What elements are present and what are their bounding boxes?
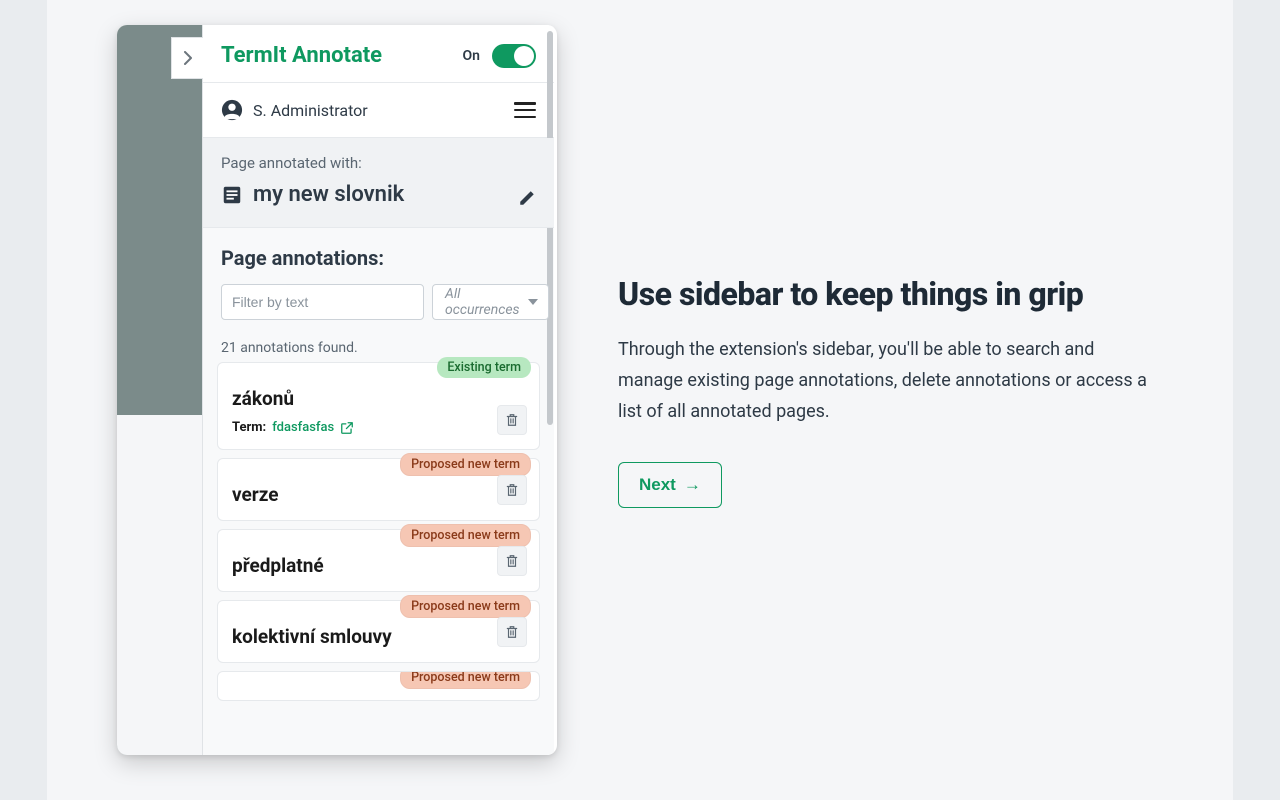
status-badge: Proposed new term bbox=[400, 524, 531, 547]
occurrence-select[interactable]: All occurrences bbox=[432, 284, 549, 320]
extension-screenshot: TermIt Annotate On S. Administrator Page… bbox=[117, 25, 557, 755]
status-badge: Existing term bbox=[437, 357, 531, 378]
section-body: Through the extension's sidebar, you'll … bbox=[618, 335, 1158, 428]
term-label: Term: bbox=[232, 420, 266, 435]
delete-button[interactable] bbox=[497, 405, 527, 435]
vocabulary-label: Page annotated with: bbox=[221, 154, 536, 172]
external-link-icon[interactable] bbox=[340, 421, 354, 435]
trash-icon bbox=[505, 553, 519, 569]
status-badge: Proposed new term bbox=[400, 671, 531, 689]
status-badge: Proposed new term bbox=[400, 595, 531, 618]
annotate-toggle[interactable] bbox=[492, 44, 536, 68]
page-behind-strip bbox=[117, 25, 202, 755]
section-heading: Use sidebar to keep things in grip bbox=[618, 275, 1158, 313]
annotation-title: kolektivní smlouvy bbox=[232, 625, 525, 648]
annotation-card[interactable]: Existing term zákonů Term: fdasfasfas bbox=[217, 362, 540, 450]
delete-button[interactable] bbox=[497, 617, 527, 647]
collapse-toggle[interactable] bbox=[171, 37, 203, 79]
next-button[interactable]: Next → bbox=[618, 462, 722, 508]
vocabulary-name: my new slovnik bbox=[253, 182, 404, 207]
arrow-right-icon: → bbox=[684, 475, 701, 495]
annotation-card[interactable]: Proposed new term bbox=[217, 671, 540, 701]
delete-button[interactable] bbox=[497, 475, 527, 505]
delete-button[interactable] bbox=[497, 546, 527, 576]
annotation-card[interactable]: Proposed new term verze bbox=[217, 458, 540, 521]
occurrence-select-value: All occurrences bbox=[445, 286, 520, 318]
book-icon bbox=[221, 184, 243, 206]
annotation-title: zákonů bbox=[232, 387, 525, 410]
next-button-label: Next bbox=[639, 475, 676, 495]
user-name: S. Administrator bbox=[253, 101, 368, 120]
filter-text-input[interactable] bbox=[221, 284, 424, 320]
trash-icon bbox=[505, 482, 519, 498]
annotation-term-row: Term: fdasfasfas bbox=[232, 420, 525, 435]
menu-button[interactable] bbox=[514, 102, 536, 118]
annotation-list: Existing term zákonů Term: fdasfasfas Pr… bbox=[203, 362, 554, 701]
annotation-card[interactable]: Proposed new term kolektivní smlouvy bbox=[217, 600, 540, 663]
edit-icon[interactable] bbox=[518, 189, 536, 207]
trash-icon bbox=[505, 624, 519, 640]
sidebar-header: TermIt Annotate On bbox=[203, 25, 554, 83]
trash-icon bbox=[505, 412, 519, 428]
scrollbar-thumb[interactable] bbox=[547, 31, 553, 425]
annotation-title: verze bbox=[232, 483, 525, 506]
scrollbar[interactable] bbox=[546, 25, 554, 755]
vocabulary-section: Page annotated with: my new slovnik bbox=[203, 138, 554, 228]
annotation-title: předplatné bbox=[232, 554, 525, 577]
chevron-right-icon bbox=[183, 51, 193, 65]
user-row: S. Administrator bbox=[203, 83, 554, 138]
toggle-label: On bbox=[463, 48, 480, 64]
term-value[interactable]: fdasfasfas bbox=[272, 420, 334, 435]
user-icon bbox=[221, 99, 243, 121]
annotations-header: Page annotations: All occurrences bbox=[203, 228, 554, 332]
annotations-title: Page annotations: bbox=[221, 246, 536, 270]
annotation-card[interactable]: Proposed new term předplatné bbox=[217, 529, 540, 592]
status-badge: Proposed new term bbox=[400, 453, 531, 476]
description-section: Use sidebar to keep things in grip Throu… bbox=[618, 275, 1158, 508]
extension-sidebar: TermIt Annotate On S. Administrator Page… bbox=[202, 25, 554, 755]
app-title: TermIt Annotate bbox=[221, 43, 382, 68]
